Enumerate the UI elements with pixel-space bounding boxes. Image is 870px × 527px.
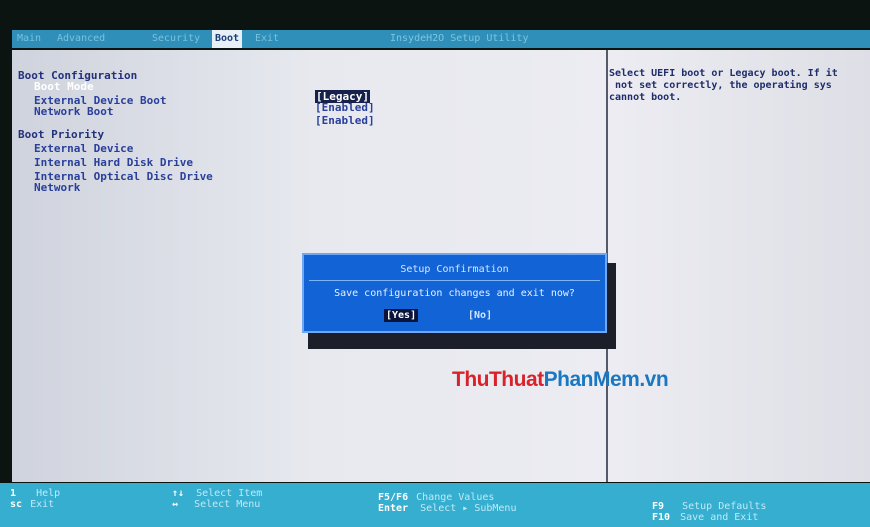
key-select-menu: ↔ Select Menu [172, 499, 260, 510]
site-watermark: ThuThuatPhanMem.vn [452, 368, 669, 392]
select-item-label: Select Item [196, 488, 263, 499]
help-line-2: not set correctly, the operating sys [609, 80, 832, 91]
yes-button[interactable]: [Yes] [384, 309, 419, 322]
enter-key: Enter [378, 503, 409, 514]
tab-main[interactable]: Main [14, 30, 44, 48]
save-label: Save and Exit [680, 512, 759, 523]
arrows-vertical-icon: ↑↓ [172, 488, 185, 499]
key-change-values: F5/F6 Change Values [378, 492, 494, 503]
key-help: 1 Help [10, 488, 60, 499]
change-values-label: Change Values [416, 492, 495, 503]
boot-priority-heading: Boot Priority [18, 128, 105, 141]
priority-network[interactable]: Network [34, 181, 80, 194]
tab-boot[interactable]: Boot [212, 30, 243, 48]
help-key: 1 [10, 488, 17, 499]
network-boot-label[interactable]: Network Boot [34, 105, 113, 118]
network-boot-value[interactable]: [Enabled] [315, 114, 375, 127]
tab-advanced[interactable]: Advanced [54, 30, 108, 48]
dialog-title: Setup Confirmation [400, 264, 509, 275]
help-line-3: cannot boot. [609, 92, 682, 103]
priority-external-device[interactable]: External Device [34, 142, 133, 155]
setup-confirmation-dialog: Setup Confirmation Save configuration ch… [302, 253, 607, 333]
enter-label: Select ▸ SubMenu [420, 503, 517, 514]
help-line-1: Select UEFI boot or Legacy boot. If it [609, 68, 838, 79]
dialog-message: Save configuration changes and exit now? [334, 288, 575, 299]
arrows-horizontal-icon: ↔ [172, 499, 179, 510]
no-button[interactable]: [No] [466, 309, 494, 322]
change-values-key: F5/F6 [378, 492, 409, 503]
key-legend-bar: 1 Help sc Exit ↑↓ Select Item ↔ Select M… [0, 483, 870, 527]
bios-screen: Main Advanced Security Boot Exit InsydeH… [0, 0, 870, 527]
select-menu-label: Select Menu [194, 499, 261, 510]
defaults-key: F9 [652, 501, 665, 512]
exit-label: Exit [30, 499, 55, 510]
utility-title: InsydeH2O Setup Utility [390, 33, 529, 44]
exit-key: sc [10, 499, 23, 510]
priority-internal-hdd[interactable]: Internal Hard Disk Drive [34, 156, 193, 169]
item-help-panel: Select UEFI boot or Legacy boot. If it n… [609, 68, 870, 104]
key-defaults: F9 Setup Defaults [652, 501, 766, 512]
watermark-part-1: ThuThuat [452, 368, 544, 391]
key-exit: sc Exit [10, 499, 54, 510]
save-key: F10 [652, 512, 671, 523]
key-save-exit: F10 Save and Exit [652, 512, 758, 523]
watermark-part-2: PhanMem [543, 368, 640, 391]
external-device-boot-value[interactable]: [Enabled] [315, 101, 375, 114]
bios-menu-bar: Main Advanced Security Boot Exit InsydeH… [12, 30, 870, 48]
boot-mode-label[interactable]: Boot Mode [34, 80, 94, 93]
key-select-item: ↑↓ Select Item [172, 488, 262, 499]
help-label: Help [36, 488, 61, 499]
defaults-label: Setup Defaults [682, 501, 767, 512]
tab-exit[interactable]: Exit [252, 30, 282, 48]
key-enter: Enter Select ▸ SubMenu [378, 503, 516, 514]
watermark-part-3: .vn [639, 368, 669, 391]
tab-security[interactable]: Security [149, 30, 203, 48]
dialog-separator [309, 280, 600, 281]
